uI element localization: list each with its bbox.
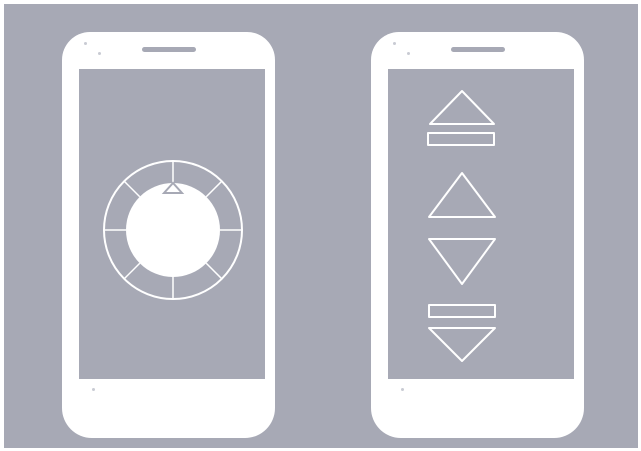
phone-screen [79, 69, 265, 379]
phone-left [62, 32, 275, 438]
bottom-bar [428, 304, 496, 318]
phone-screen [388, 69, 574, 379]
bottom-dot [92, 388, 95, 391]
top-bar [427, 132, 495, 146]
camera-dot [393, 42, 396, 45]
dial-segment-tick [123, 180, 141, 198]
bar-with-triangle-down-icon [428, 327, 496, 362]
triangle-down-icon [428, 238, 496, 285]
sensor-dot [98, 52, 101, 55]
background [4, 4, 638, 448]
dial-segment-tick [205, 262, 223, 280]
move-to-bottom-button[interactable] [428, 304, 496, 362]
bottom-dot [401, 388, 404, 391]
triangle-up-icon [428, 172, 496, 218]
phone-right [371, 32, 584, 438]
sensor-dot [407, 52, 410, 55]
camera-dot [84, 42, 87, 45]
move-to-top-button[interactable] [427, 90, 495, 146]
button-graphic [427, 90, 496, 362]
move-down-button[interactable] [428, 238, 496, 285]
dial-knob[interactable] [126, 183, 220, 277]
dial-segment-tick [123, 262, 141, 280]
dial-segment-tick [205, 180, 223, 198]
speaker-slot [451, 47, 505, 52]
dial-graphic [103, 160, 243, 300]
move-up-button[interactable] [428, 172, 496, 218]
triangle-up-with-bar-icon [429, 90, 495, 125]
speaker-slot [142, 47, 196, 52]
